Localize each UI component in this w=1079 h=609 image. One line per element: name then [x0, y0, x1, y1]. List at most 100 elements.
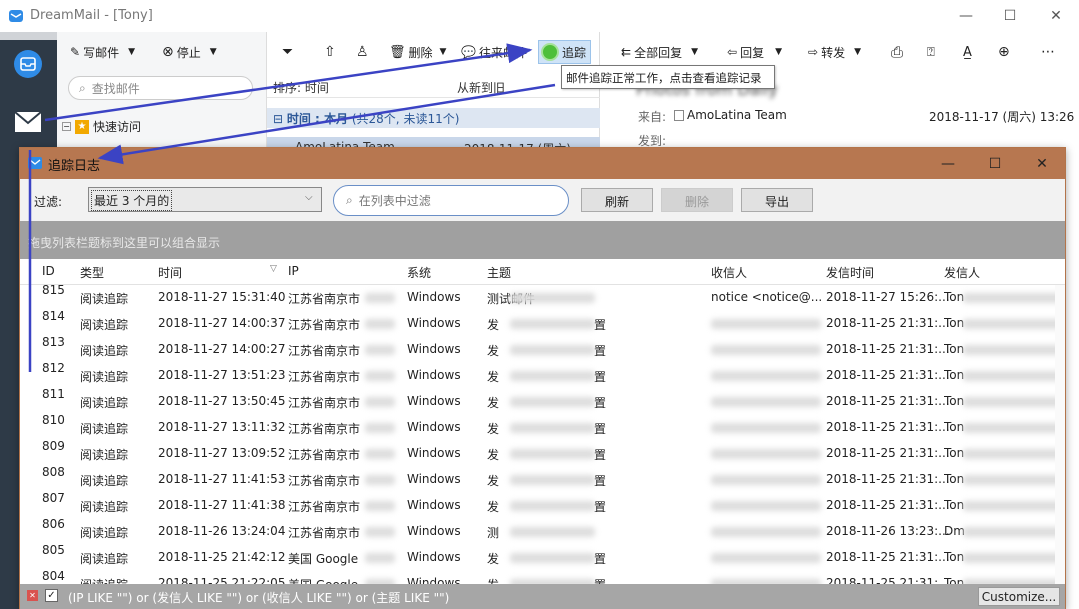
list-filter-input[interactable]: ⌕ 在列表中过滤 [333, 185, 569, 216]
help-button[interactable]: ⍰ [927, 40, 935, 64]
table-row[interactable]: 808 阅读追踪 2018-11-27 11:41:53 江苏省南京市 Windows 发… [20, 465, 1065, 493]
delete-log-button[interactable]: 删除 [661, 188, 733, 212]
compose-button[interactable]: ✎ 写邮件 ▼ [70, 40, 135, 64]
pencil-icon: ✎ [70, 45, 81, 59]
redacted-text [711, 553, 821, 563]
filter-button[interactable]: ⏷ [282, 40, 293, 64]
zoom-button[interactable]: ⊕ [998, 40, 1010, 64]
reply-button[interactable]: ⇦ 回复 ▼ [727, 40, 782, 64]
reply-all-button[interactable]: ⇇ 全部回复 ▼ [621, 40, 698, 64]
cell-id: 810 [42, 413, 65, 427]
vertical-scrollbar[interactable] [1055, 285, 1065, 584]
table-row[interactable]: 805 阅读追踪 2018-11-25 21:42:12 美国 Google Windo… [20, 543, 1065, 571]
dialog-close-button[interactable]: ✕ [1019, 148, 1065, 179]
group-by-hint[interactable]: 拖曳列表栏题标到这里可以组合显示 [20, 221, 1065, 259]
maximize-button[interactable]: ☐ [987, 0, 1033, 32]
column-header[interactable]: 发信时间 [826, 264, 874, 281]
tracking-log-dialog: 追踪日志 — ☐ ✕ 过滤: 最近 3 个月的 ⌵ ⌕ 在列表中过滤 刷新 删除… [19, 147, 1066, 609]
redacted-text [510, 345, 595, 355]
track-tooltip: 邮件追踪正常工作，点击查看追踪记录 [561, 65, 775, 89]
column-header[interactable]: ID [42, 264, 55, 278]
contact-button[interactable]: ♙ [356, 40, 369, 64]
cell-time: 2018-11-27 13:51:23 [158, 368, 286, 382]
table-row[interactable]: 812 阅读追踪 2018-11-27 13:51:23 江苏省南京市 Windows 发… [20, 361, 1065, 389]
chevron-down-icon: ▼ [128, 47, 135, 57]
mail-envelope-icon[interactable] [12, 106, 44, 138]
help-icon: ⍰ [927, 44, 935, 60]
cell-from: Ton [944, 420, 965, 434]
table-row[interactable]: 807 阅读追踪 2018-11-27 11:41:38 江苏省南京市 Windows 发… [20, 491, 1065, 519]
app-logo-icon [8, 8, 24, 24]
column-header[interactable]: 系统 [407, 264, 431, 281]
clear-filter-icon[interactable]: ✕ [27, 590, 38, 601]
sort-bar: 排序: 时间 从新到旧 [267, 76, 600, 98]
translate-icon: A̲ [963, 44, 972, 60]
minimize-button[interactable]: — [943, 0, 989, 32]
table-row[interactable]: 804 阅读追踪 2018-11-25 21:22:05美国 Google Windo… [20, 569, 1065, 584]
cell-ip: 江苏省南京市 [288, 370, 361, 384]
table-row[interactable]: 813 阅读追踪 2018-11-27 14:00:27 江苏省南京市 Windows 发… [20, 335, 1065, 363]
cell-os: Windows [407, 550, 461, 564]
sort-up-button[interactable]: ⇧ [324, 40, 336, 64]
column-header[interactable]: 收信人 [711, 264, 747, 281]
table-row[interactable]: 809 阅读追踪 2018-11-27 13:09:52 江苏省南京市 Windows 发… [20, 439, 1065, 467]
redacted-text [510, 293, 595, 303]
sort-order[interactable]: 从新到旧 [457, 79, 505, 96]
close-button[interactable]: ✕ [1033, 0, 1079, 32]
customize-button[interactable]: Customize... [978, 587, 1060, 606]
table-row[interactable]: 810 阅读追踪 2018-11-27 13:11:32 江苏省南京市 Windows 发… [20, 413, 1065, 441]
column-header[interactable]: IP [288, 264, 299, 278]
cell-type: 阅读追踪 [80, 474, 129, 488]
redacted-text [711, 371, 821, 381]
up-arrow-icon: ⇧ [324, 44, 336, 60]
mail-search-input[interactable]: ⌕ 查找邮件 [68, 76, 253, 100]
table-row[interactable]: 815阅读追踪2018-11-27 15:31:40江苏省南京市Windows测… [20, 285, 1065, 311]
filter-enabled-checkbox[interactable]: ✓ [45, 589, 58, 602]
column-header[interactable]: 时间 [158, 264, 182, 281]
chevron-down-icon: ▼ [209, 47, 217, 57]
dialog-maximize-button[interactable]: ☐ [972, 148, 1018, 179]
column-header[interactable]: 发信人 [944, 264, 980, 281]
related-mail-button[interactable]: 💬 往来邮件 [461, 40, 527, 64]
cell-ip: 江苏省南京市 [288, 396, 361, 410]
cell-ip: 美国 Google [288, 552, 359, 566]
redacted-text [963, 527, 1063, 537]
table-row[interactable]: 811 阅读追踪 2018-11-27 13:50:45 江苏省南京市 Windows 发… [20, 387, 1065, 415]
cell-subject: 测 [487, 526, 500, 540]
cell-ip: 江苏省南京市 [288, 422, 361, 436]
cell-ip: 美国 Google [288, 576, 358, 584]
print-button[interactable]: ⎙ [891, 40, 903, 64]
redacted-text [963, 553, 1063, 563]
translate-button[interactable]: A̲ [963, 40, 972, 64]
cell-time: 2018-11-25 21:42:12 [158, 550, 286, 564]
quick-access-item[interactable]: − ★ 快速访问 [62, 118, 141, 135]
redacted-text [365, 371, 395, 381]
cell-subject: 发 [487, 318, 500, 332]
cell-type: 阅读追踪 [80, 500, 129, 514]
cell-from: Ton [944, 342, 965, 356]
refresh-button[interactable]: 刷新 [581, 188, 653, 212]
trash-icon: 🗑 [389, 44, 406, 60]
table-row[interactable]: 806 阅读追踪 2018-11-26 13:24:04 江苏省南京市 Windows 测… [20, 517, 1065, 545]
track-button[interactable]: 追踪 [538, 40, 592, 64]
dialog-minimize-button[interactable]: — [925, 148, 971, 179]
cell-os: Windows [407, 498, 461, 512]
stop-button[interactable]: ⊗ 停止 ▼ [162, 40, 217, 64]
column-header[interactable]: 类型 [80, 264, 104, 281]
cell-sent: 2018-11-26 13:23:... [826, 524, 950, 538]
filter-select[interactable]: 最近 3 个月的 ⌵ [88, 187, 322, 212]
cell-sent: 2018-11-25 21:31:... [826, 368, 950, 382]
cell-subject-tail: 置 [594, 396, 607, 410]
export-button[interactable]: 导出 [741, 188, 813, 212]
more-button[interactable]: ⋯ [1041, 40, 1055, 64]
column-header[interactable]: 主题 [487, 264, 511, 281]
cell-ip: 江苏省南京市 [288, 318, 361, 332]
delete-button[interactable]: 🗑 删除 ▼ [389, 40, 446, 64]
forward-button[interactable]: ⇨ 转发 ▼ [808, 40, 861, 64]
sort-field[interactable]: 排序: 时间 [273, 79, 329, 96]
from-value[interactable]: AmoLatina Team [674, 108, 787, 122]
mail-app-icon[interactable] [12, 48, 44, 80]
group-header[interactable]: ⊟ 时间 : 本月 (共28个, 未读11个) [267, 108, 600, 128]
cell-id: 808 [42, 465, 65, 479]
table-row[interactable]: 814 阅读追踪 2018-11-27 14:00:37 江苏省南京市 Windows 发… [20, 309, 1065, 337]
